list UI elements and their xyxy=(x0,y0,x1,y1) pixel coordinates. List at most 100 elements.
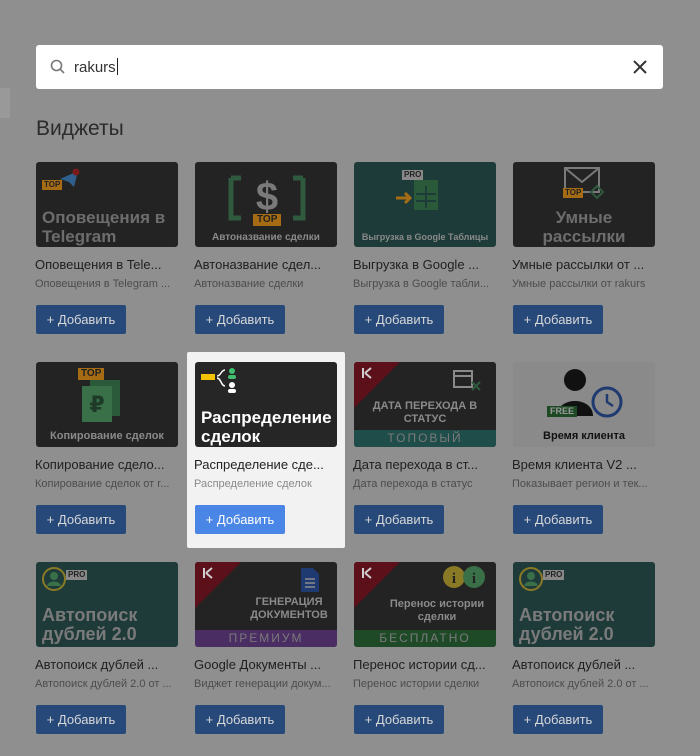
search-input[interactable]: rakurs xyxy=(74,58,118,76)
widget-thumbnail: TOP Умные рассылки xyxy=(513,162,655,247)
widget-card[interactable]: FREE Время клиента Время клиента V2 ... … xyxy=(505,352,663,548)
widget-title: Перенос истории сд... xyxy=(353,657,486,672)
add-button[interactable]: + Добавить xyxy=(195,705,285,734)
thumb-caption: Оповещения в Telegram xyxy=(42,208,166,246)
thumb-caption: Распределение сделок xyxy=(201,408,332,446)
add-button[interactable]: + Добавить xyxy=(195,505,285,534)
svg-text:i: i xyxy=(452,571,456,587)
widget-title: Дата перехода в ст... xyxy=(353,457,478,472)
promo-band: ПРЕМИУМ xyxy=(195,630,337,647)
widget-subtitle: Дата перехода в статус xyxy=(353,478,473,490)
thumb-caption: Автопоиск дублей 2.0 xyxy=(42,605,138,644)
add-button[interactable]: + Добавить xyxy=(513,705,603,734)
calendar-icon xyxy=(453,370,481,391)
widget-card[interactable]: i i Перенос истории сделки БЕСПЛАТНО Пер… xyxy=(346,552,504,748)
distribution-icon xyxy=(201,368,236,393)
promo-band: ТОПОВЫЙ xyxy=(354,430,496,447)
widget-title: Автопоиск дублей ... xyxy=(35,657,159,672)
widget-thumbnail: $ TOP Автоназвание сделки xyxy=(195,162,337,247)
widget-title: Время клиента V2 ... xyxy=(512,457,637,472)
widget-title: Распределение сде... xyxy=(194,457,324,472)
add-button[interactable]: + Добавить xyxy=(195,305,285,334)
thumb-caption: Автоназвание сделки xyxy=(212,232,320,243)
widget-thumbnail: FREE Время клиента xyxy=(513,362,655,447)
widget-subtitle: Показывает регион и тек... xyxy=(512,478,648,490)
thumb-caption: ДАТА ПЕРЕХОДА В СТАТУС xyxy=(372,400,478,425)
widget-subtitle: Автоназвание сделки xyxy=(194,278,304,290)
add-button[interactable]: + Добавить xyxy=(354,305,444,334)
thumb-caption: Копирование сделок xyxy=(50,430,164,442)
section-title: Виджеты xyxy=(36,117,124,140)
widget-card[interactable]: TOP Оповещения в Telegram Оповещения в T… xyxy=(28,152,186,348)
clear-search-icon[interactable] xyxy=(631,58,649,76)
widget-thumbnail: ДАТА ПЕРЕХОДА В СТАТУС ТОПОВЫЙ xyxy=(354,362,496,447)
widget-title: Выгрузка в Google ... xyxy=(353,257,480,272)
add-button[interactable]: + Добавить xyxy=(513,505,603,534)
widget-thumbnail: PRO Автопоиск дублей 2.0 xyxy=(36,562,178,647)
spreadsheet-icon xyxy=(396,180,438,210)
add-button[interactable]: + Добавить xyxy=(36,305,126,334)
document-icon xyxy=(301,568,319,592)
widget-subtitle: Оповещения в Telegram ... xyxy=(35,278,171,290)
widget-subtitle: Выгрузка в Google табли... xyxy=(353,278,490,290)
search-bar[interactable]: rakurs xyxy=(36,45,663,89)
promo-band: БЕСПЛАТНО xyxy=(354,630,496,647)
widget-card[interactable]: ГЕНЕРАЦИЯ ДОКУМЕНТОВ ПРЕМИУМ Google Доку… xyxy=(187,552,345,748)
widget-thumbnail: ГЕНЕРАЦИЯ ДОКУМЕНТОВ ПРЕМИУМ xyxy=(195,562,337,647)
widget-subtitle: Умные рассылки от rakurs xyxy=(512,278,646,290)
widget-thumbnail: PRO Автопоиск дублей 2.0 xyxy=(513,562,655,647)
widget-card[interactable]: TOP Умные рассылки Умные рассылки от ...… xyxy=(505,152,663,348)
text-caret xyxy=(116,58,118,75)
widget-title: Google Документы ... xyxy=(194,657,321,672)
thumb-caption: ГЕНЕРАЦИЯ ДОКУМЕНТОВ xyxy=(250,596,328,621)
top-badge: TOP xyxy=(253,214,282,226)
add-button[interactable]: + Добавить xyxy=(513,305,603,334)
search-icon xyxy=(50,59,65,74)
svg-text:₽: ₽ xyxy=(89,393,104,418)
widget-subtitle: Распределение сделок xyxy=(194,478,312,490)
telegram-icon xyxy=(60,168,80,187)
add-button[interactable]: + Добавить xyxy=(36,505,126,534)
background-fragment xyxy=(0,88,10,118)
logo-icon xyxy=(362,367,372,379)
pro-badge: PRO xyxy=(66,570,88,580)
widget-subtitle: Автопоиск дублей 2.0 от ... xyxy=(512,678,649,690)
widget-card[interactable]: ДАТА ПЕРЕХОДА В СТАТУС ТОПОВЫЙ Дата пере… xyxy=(346,352,504,548)
thumb-caption: Умные рассылки xyxy=(542,208,626,246)
pro-badge: PRO xyxy=(543,570,565,580)
widget-thumbnail: TOP ₽ Копирование сделок xyxy=(36,362,178,447)
logo-icon xyxy=(203,567,213,579)
widget-subtitle: Автопоиск дублей 2.0 от ... xyxy=(35,678,172,690)
widget-subtitle: Виджет генерации докум... xyxy=(194,678,331,690)
widget-subtitle: Перенос истории сделки xyxy=(353,678,480,690)
widget-thumbnail: Распределение сделок xyxy=(195,362,337,447)
widget-title: Копирование сдело... xyxy=(35,457,165,472)
widget-title: Умные рассылки от ... xyxy=(512,257,645,272)
widget-title: Автопоиск дублей ... xyxy=(512,657,636,672)
free-badge: FREE xyxy=(547,406,578,417)
top-badge: TOP xyxy=(563,188,584,198)
add-button[interactable]: + Добавить xyxy=(36,705,126,734)
add-button[interactable]: + Добавить xyxy=(354,505,444,534)
widget-title: Автоназвание сдел... xyxy=(194,257,322,272)
widget-card[interactable]: TOP ₽ Копирование сделок Копирование сде… xyxy=(28,352,186,548)
thumb-caption: Автопоиск дублей 2.0 xyxy=(519,605,615,644)
widget-thumbnail: TOP Оповещения в Telegram xyxy=(36,162,178,247)
add-button[interactable]: + Добавить xyxy=(354,705,444,734)
svg-text:$: $ xyxy=(256,175,278,219)
widget-card[interactable]: PRO Автопоиск дублей 2.0 Автопоиск дубле… xyxy=(505,552,663,748)
info-icon: i i xyxy=(443,566,485,588)
thumb-caption: Выгрузка в Google Таблицы xyxy=(361,232,489,242)
widget-card[interactable]: PRO Автопоиск дублей 2.0 Автопоиск дубле… xyxy=(28,552,186,748)
widget-card-highlighted[interactable]: Распределение сделок Распределение сде..… xyxy=(187,352,345,548)
widget-card[interactable]: $ TOP Автоназвание сделки Автоназвание с… xyxy=(187,152,345,348)
copy-ruble-icon: ₽ xyxy=(82,380,120,422)
thumb-caption: Перенос истории сделки xyxy=(389,598,485,623)
widget-card[interactable]: PRO Выгрузка в Google Таблицы Выгрузка в… xyxy=(346,152,504,348)
svg-text:i: i xyxy=(472,571,476,587)
widget-thumbnail: PRO Выгрузка в Google Таблицы xyxy=(354,162,496,247)
logo-icon xyxy=(362,567,372,579)
thumb-caption: Время клиента xyxy=(543,430,625,442)
widget-subtitle: Копирование сделок от r... xyxy=(35,478,170,490)
widget-thumbnail: i i Перенос истории сделки БЕСПЛАТНО xyxy=(354,562,496,647)
